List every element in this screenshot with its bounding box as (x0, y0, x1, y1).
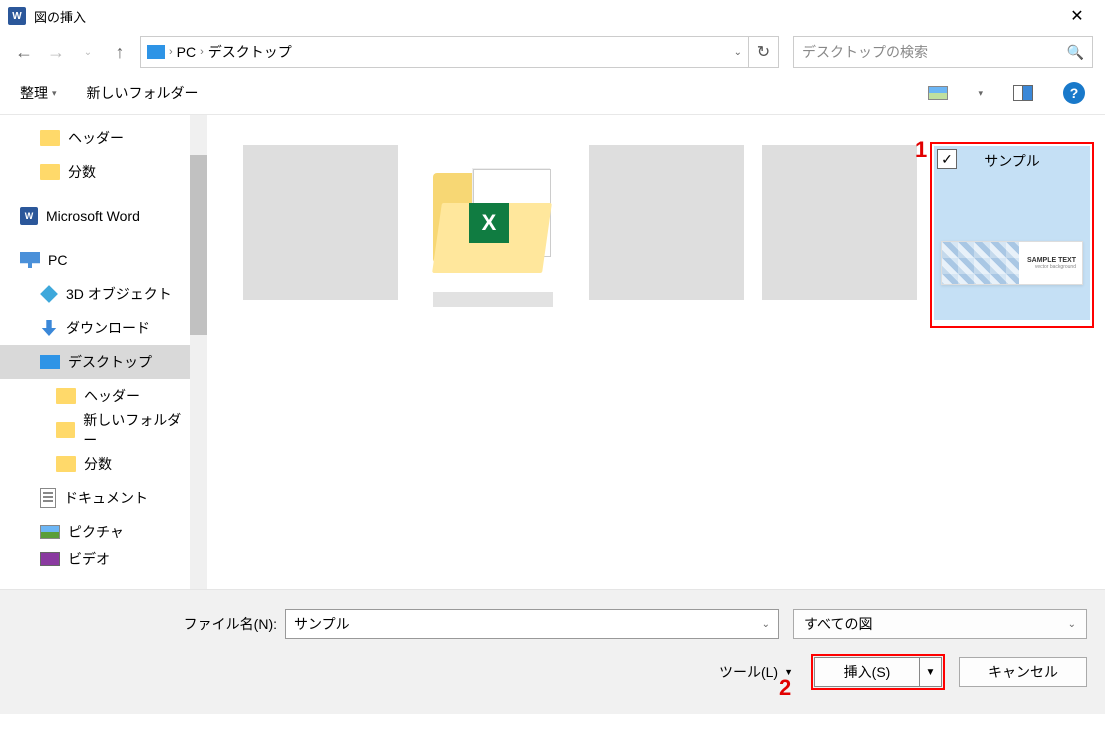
preview-pane-button[interactable] (1013, 85, 1033, 101)
forward-button[interactable]: → (44, 40, 68, 64)
video-icon (40, 552, 60, 566)
desktop-icon (40, 355, 60, 369)
recent-dropdown[interactable]: ⌄ (76, 40, 100, 64)
checkbox-icon[interactable]: ✓ (937, 149, 957, 169)
file-item-sample[interactable]: ✓ SAMPLE TEXTvector background サンプル (933, 145, 1091, 325)
file-label: サンプル (984, 151, 1040, 171)
view-mode-button[interactable] (928, 85, 948, 101)
breadcrumb-sep: › (200, 46, 204, 58)
window-title: 図の挿入 (34, 7, 86, 26)
cube-icon (40, 285, 58, 303)
search-placeholder: デスクトップの検索 (802, 42, 1067, 62)
word-app-icon: W (8, 7, 26, 25)
tree-item-fraction[interactable]: 分数 (0, 155, 191, 189)
tree-item-header2[interactable]: ヘッダー (0, 379, 191, 413)
tree-item-desktop[interactable]: デスクトップ (0, 345, 191, 379)
tree-item-pc[interactable]: PC (0, 243, 191, 277)
breadcrumb-dropdown[interactable]: ⌄ (734, 47, 742, 58)
file-item-folder[interactable]: X (414, 145, 572, 325)
new-folder-button[interactable]: 新しいフォルダー (87, 83, 199, 103)
sidebar-scrollbar[interactable] (190, 115, 207, 589)
folder-icon (56, 422, 75, 438)
tree-item-newfolder[interactable]: 新しいフォルダー (0, 413, 191, 447)
tree-item-3d[interactable]: 3D オブジェクト (0, 277, 191, 311)
document-icon (40, 488, 56, 508)
thumbnail-preview: SAMPLE TEXTvector background (941, 241, 1083, 285)
chevron-down-icon[interactable]: ⌄ (1068, 619, 1076, 630)
back-button[interactable]: ← (12, 40, 36, 64)
folder-icon (56, 456, 76, 472)
filter-dropdown[interactable]: すべての図 ⌄ (793, 609, 1087, 639)
tree-item-word[interactable]: WMicrosoft Word (0, 199, 191, 233)
tree-item-videos[interactable]: ビデオ (0, 549, 191, 569)
up-button[interactable]: ↑ (108, 40, 132, 64)
download-icon (40, 320, 58, 336)
insert-button[interactable]: 挿入(S) ▼ (814, 657, 942, 687)
cancel-button[interactable]: キャンセル (959, 657, 1087, 687)
titlebar: W 図の挿入 ✕ (0, 0, 1105, 32)
file-item-3[interactable] (587, 145, 745, 325)
filename-input[interactable]: サンプル ⌄ (285, 609, 779, 639)
breadcrumb-pc[interactable]: PC (177, 44, 196, 60)
refresh-button[interactable]: ↻ (749, 36, 779, 68)
close-button[interactable]: ✕ (1057, 0, 1097, 32)
annotation-1: 1 (915, 137, 927, 163)
tree-item-pictures[interactable]: ピクチャ (0, 515, 191, 549)
help-button[interactable]: ? (1063, 82, 1085, 104)
chevron-down-icon[interactable]: ⌄ (762, 619, 770, 630)
tree-item-downloads[interactable]: ダウンロード (0, 311, 191, 345)
filename-label: ファイル名(N): (0, 614, 285, 634)
file-item-1[interactable] (241, 145, 399, 325)
excel-icon: X (469, 203, 509, 243)
breadcrumb[interactable]: › PC › デスクトップ ⌄ (140, 36, 749, 68)
organize-menu[interactable]: 整理▾ (20, 83, 57, 103)
search-icon[interactable]: 🔍 (1067, 44, 1084, 61)
insert-dropdown[interactable]: ▼ (919, 658, 941, 686)
main-area: ヘッダー 分数 WMicrosoft Word PC 3D オブジェクト ダウン… (0, 114, 1105, 589)
bottom-panel: ファイル名(N): サンプル ⌄ すべての図 ⌄ ツール(L)▼ 挿入(S) ▼… (0, 589, 1105, 714)
search-input[interactable]: デスクトップの検索 🔍 (793, 36, 1093, 68)
location-icon (147, 45, 165, 59)
view-mode-dropdown[interactable]: ▾ (978, 88, 983, 99)
folder-icon (40, 130, 60, 146)
sidebar: ヘッダー 分数 WMicrosoft Word PC 3D オブジェクト ダウン… (0, 115, 207, 589)
file-grid[interactable]: X ✓ SAMPLE TEXTvector background サンプル (207, 115, 1105, 589)
nav-bar: ← → ⌄ ↑ › PC › デスクトップ ⌄ ↻ デスクトップの検索 🔍 (0, 32, 1105, 72)
pc-icon (20, 252, 40, 268)
breadcrumb-desktop[interactable]: デスクトップ (208, 42, 292, 62)
annotation-2: 2 (779, 675, 791, 701)
tree-item-header[interactable]: ヘッダー (0, 121, 191, 155)
toolbar: 整理▾ 新しいフォルダー ▾ ? (0, 72, 1105, 114)
insert-button-highlight: 挿入(S) ▼ (811, 654, 945, 690)
file-item-4[interactable] (760, 145, 918, 325)
tree-item-fraction2[interactable]: 分数 (0, 447, 191, 481)
tree-item-documents[interactable]: ドキュメント (0, 481, 191, 515)
word-icon: W (20, 207, 38, 225)
folder-icon (56, 388, 76, 404)
picture-icon (40, 525, 60, 539)
folder-icon (40, 164, 60, 180)
breadcrumb-sep: › (169, 46, 173, 58)
